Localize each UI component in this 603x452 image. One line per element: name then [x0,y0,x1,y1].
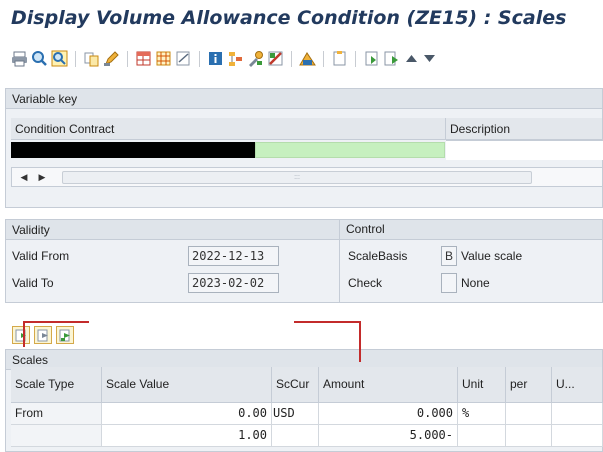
table-row-cell-per[interactable] [506,425,552,447]
table-row-cell-sccur[interactable] [272,425,319,447]
export-icon[interactable] [383,50,400,67]
condition-contract-cell[interactable] [255,142,445,158]
valid-from-field[interactable]: 2022-12-13 [188,246,279,266]
table-row-cell-uom[interactable] [552,403,603,425]
column-header-per[interactable]: per [506,367,552,403]
variable-key-header: Variable key [6,89,602,109]
section-divider [339,219,340,303]
valid-to-field[interactable]: 2023-02-02 [188,273,279,293]
column-header-scale-type[interactable]: Scale Type [11,367,102,403]
delete-row-button[interactable] [56,326,74,344]
scale-basis-label: ScaleBasis [348,249,408,263]
scroll-right-icon[interactable]: ▶ [34,170,50,184]
table-icon[interactable] [135,50,152,67]
copy-icon[interactable] [83,50,100,67]
redacted-condition-contract [11,142,255,158]
column-header-condition-contract[interactable]: Condition Contract [11,118,446,140]
column-header-description[interactable]: Description [446,118,603,140]
note-icon[interactable] [175,50,192,67]
column-header-uom[interactable]: U... [552,367,603,403]
annotation-line [359,321,361,362]
column-header-scale-value[interactable]: Scale Value [102,367,272,403]
application-toolbar [0,36,603,84]
table-row-cell-sccur[interactable]: USD [272,403,319,425]
table-row-cell-per[interactable] [506,403,552,425]
check-label: Check [348,276,383,290]
table-row-cell-scale-value[interactable]: 0.00 [102,403,272,425]
grid-icon[interactable] [155,50,172,67]
column-header-sccur[interactable]: ScCur [272,367,319,403]
structure-icon[interactable] [227,50,244,67]
arrow-down-icon[interactable] [421,50,438,67]
scale-basis-text: Value scale [461,249,523,263]
table-row-cell-uom[interactable] [552,425,603,447]
validity-header: Validity [6,220,602,240]
edit-icon[interactable] [103,50,120,67]
column-header-amount[interactable]: Amount [319,367,458,403]
import-icon[interactable] [363,50,380,67]
copy-row-button[interactable] [34,326,52,344]
toolbar-separator [323,51,324,67]
table-row-cell-scale-type: From [11,403,102,425]
arrow-up-icon[interactable] [403,50,420,67]
toolbar-separator [199,51,200,67]
annotation-line [23,321,89,323]
toolbar-separator [291,51,292,67]
print-icon[interactable] [11,50,28,67]
scroll-left-icon[interactable]: ◀ [16,170,32,184]
insert-row-button[interactable] [12,326,30,344]
annotation-line [294,321,360,323]
scale-basis-code-field[interactable]: B [441,246,457,266]
valid-to-label: Valid To [12,276,54,290]
horizontal-scrollbar[interactable]: ◀ ▶ ::: [11,167,603,187]
description-cell [446,140,603,160]
document-icon[interactable] [331,50,348,67]
table-row-cell-amount[interactable]: 5.000- [319,425,458,447]
summary-icon[interactable] [299,50,316,67]
column-header-unit[interactable]: Unit [458,367,506,403]
validity-title: Validity [12,223,50,237]
toolbar-separator [355,51,356,67]
valid-from-label: Valid From [12,249,70,263]
check-text: None [461,276,490,290]
table-row-cell-unit[interactable]: % [458,403,506,425]
toolbar-separator [127,51,128,67]
filter-icon[interactable] [267,50,284,67]
window-title: Display Volume Allowance Condition (ZE15… [0,0,603,36]
table-row-cell-scale-value[interactable]: 1.00 [102,425,272,447]
tools-icon[interactable] [247,50,264,67]
check-code-field[interactable] [441,273,457,293]
annotation-line [23,321,25,347]
control-header: Control [346,222,385,236]
table-row-cell-amount[interactable]: 0.000 [319,403,458,425]
info-icon[interactable] [207,50,224,67]
find-next-icon[interactable] [51,50,68,67]
table-row-cell-scale-type [11,425,102,447]
toolbar-separator [75,51,76,67]
scroll-thumb[interactable]: ::: [62,171,532,184]
find-icon[interactable] [31,50,48,67]
table-row-cell-unit[interactable] [458,425,506,447]
